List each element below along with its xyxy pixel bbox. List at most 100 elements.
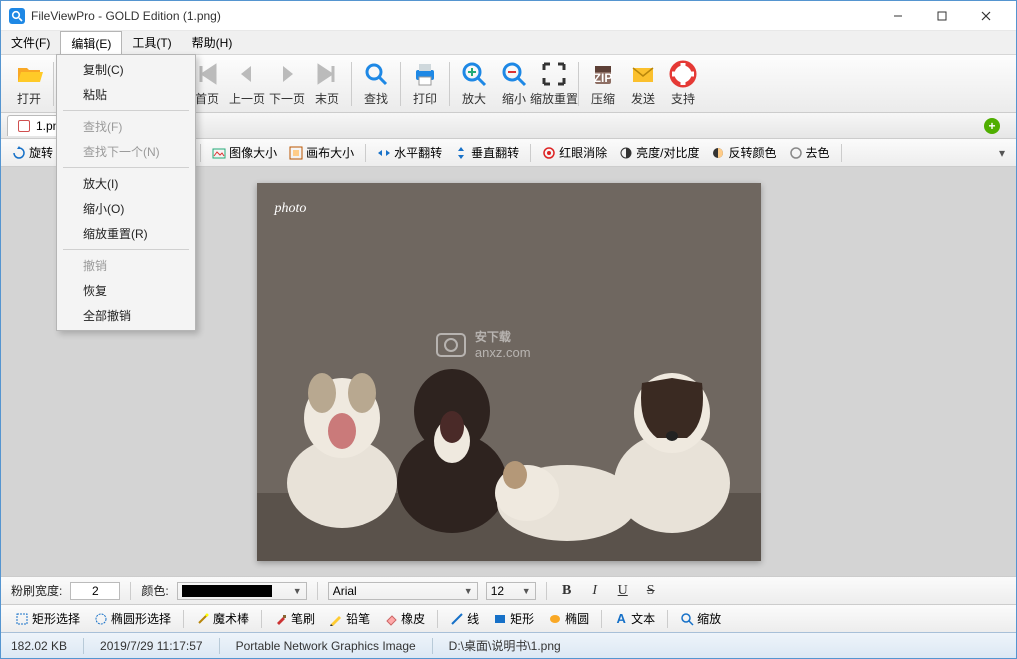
app-icon bbox=[9, 8, 25, 24]
invert-button[interactable]: 反转颜色 bbox=[708, 144, 779, 161]
menu-help[interactable]: 帮助(H) bbox=[182, 31, 243, 54]
underline-button[interactable]: U bbox=[613, 581, 633, 601]
wand-tool[interactable]: 魔术棒 bbox=[192, 610, 253, 627]
text-icon: A bbox=[614, 612, 628, 626]
color-label: 颜色: bbox=[141, 582, 168, 599]
zoomout-button[interactable]: 缩小 bbox=[494, 58, 534, 109]
brush-tool[interactable]: 笔刷 bbox=[270, 610, 319, 627]
image-size-icon bbox=[212, 146, 226, 160]
rect-select-tool[interactable]: 矩形选择 bbox=[11, 610, 84, 627]
next-icon bbox=[273, 60, 301, 88]
zoomin-button[interactable]: 放大 bbox=[454, 58, 494, 109]
brightness-contrast-button[interactable]: 亮度/对比度 bbox=[616, 144, 702, 161]
open-button[interactable]: 打开 bbox=[9, 58, 49, 109]
print-button[interactable]: 打印 bbox=[405, 58, 445, 109]
find-button[interactable]: 查找 bbox=[356, 58, 396, 109]
status-filesize: 182.02 KB bbox=[11, 639, 67, 653]
shapes-toolbar: 矩形选择 椭圆形选择 魔术棒 笔刷 铅笔 橡皮 线 矩形 椭圆 A文本 缩放 bbox=[1, 604, 1016, 632]
menu-file[interactable]: 文件(F) bbox=[1, 31, 60, 54]
image-content bbox=[257, 183, 761, 561]
menu-zoom-out[interactable]: 缩小(O) bbox=[59, 196, 193, 221]
pencil-tool[interactable]: 铅笔 bbox=[325, 610, 374, 627]
next-button[interactable]: 下一页 bbox=[267, 58, 307, 109]
zoomreset-button[interactable]: 缩放重置 bbox=[534, 58, 574, 109]
rotate-button[interactable]: 旋转 右旋转90° bbox=[9, 144, 56, 161]
desaturate-icon bbox=[789, 146, 803, 160]
status-path: D:\桌面\说明书\1.png bbox=[449, 637, 561, 654]
folder-icon bbox=[15, 60, 43, 88]
redeye-button[interactable]: 红眼消除 bbox=[539, 144, 610, 161]
desaturate-button[interactable]: 去色 bbox=[786, 144, 833, 161]
zoomin-icon bbox=[460, 60, 488, 88]
life-icon bbox=[669, 60, 697, 88]
compress-button[interactable]: ZIP压缩 bbox=[583, 58, 623, 109]
ellipse-tool[interactable]: 椭圆 bbox=[544, 610, 593, 627]
font-select[interactable]: Arial ▼ bbox=[328, 582, 478, 600]
brush-width-label: 粉刷宽度: bbox=[11, 582, 62, 599]
menu-redo[interactable]: 恢复 bbox=[59, 278, 193, 303]
close-button[interactable] bbox=[964, 2, 1008, 30]
image-size-button[interactable]: 图像大小 bbox=[209, 144, 280, 161]
ellipse-icon bbox=[548, 612, 562, 626]
watermark: 安下载 anxz.com bbox=[433, 326, 531, 362]
ellipse-select-tool[interactable]: 椭圆形选择 bbox=[90, 610, 175, 627]
prev-button[interactable]: 上一页 bbox=[227, 58, 267, 109]
menu-find-next: 查找下一个(N) bbox=[59, 139, 193, 164]
line-tool[interactable]: 线 bbox=[446, 610, 483, 627]
first-icon bbox=[193, 60, 221, 88]
italic-button[interactable]: I bbox=[585, 581, 605, 601]
bold-button[interactable]: B bbox=[557, 581, 577, 601]
canvas-size-button[interactable]: 画布大小 bbox=[286, 144, 357, 161]
toolbar-overflow-button[interactable]: ▾ bbox=[996, 146, 1008, 160]
menu-paste[interactable]: 粘贴 bbox=[59, 82, 193, 107]
pencil-icon bbox=[329, 612, 343, 626]
image-file-icon bbox=[18, 120, 30, 132]
zoom-tool[interactable]: 缩放 bbox=[676, 610, 725, 627]
add-tab-button[interactable]: + bbox=[984, 118, 1000, 134]
print-icon bbox=[411, 60, 439, 88]
color-picker[interactable]: ▼ bbox=[177, 582, 307, 600]
brush-icon bbox=[274, 612, 288, 626]
canvas-size-icon bbox=[289, 146, 303, 160]
zoom-icon bbox=[680, 612, 694, 626]
last-icon bbox=[313, 60, 341, 88]
maximize-button[interactable] bbox=[920, 2, 964, 30]
menu-zoom-reset[interactable]: 缩放重置(R) bbox=[59, 221, 193, 246]
invert-icon bbox=[711, 146, 725, 160]
fit-icon bbox=[540, 60, 568, 88]
menu-tools[interactable]: 工具(T) bbox=[122, 31, 181, 54]
eraser-icon bbox=[384, 612, 398, 626]
eraser-tool[interactable]: 橡皮 bbox=[380, 610, 429, 627]
zoomout-icon bbox=[500, 60, 528, 88]
mail-icon bbox=[629, 60, 657, 88]
line-icon bbox=[450, 612, 464, 626]
support-button[interactable]: 支持 bbox=[663, 58, 703, 109]
rect-tool[interactable]: 矩形 bbox=[489, 610, 538, 627]
minimize-button[interactable] bbox=[876, 2, 920, 30]
color-swatch bbox=[182, 585, 272, 597]
vflip-button[interactable]: 垂直翻转 bbox=[451, 144, 522, 161]
last-button[interactable]: 末页 bbox=[307, 58, 347, 109]
menu-undo: 撤销 bbox=[59, 253, 193, 278]
menu-zoom-in[interactable]: 放大(I) bbox=[59, 171, 193, 196]
menu-undo-all[interactable]: 全部撤销 bbox=[59, 303, 193, 328]
redeye-icon bbox=[542, 146, 556, 160]
prev-icon bbox=[233, 60, 261, 88]
status-date: 2019/7/29 11:17:57 bbox=[100, 639, 203, 653]
text-tool[interactable]: A文本 bbox=[610, 610, 659, 627]
rect-select-icon bbox=[15, 612, 29, 626]
hflip-button[interactable]: 水平翻转 bbox=[374, 144, 445, 161]
menu-edit-dropdown: 复制(C) 粘贴 查找(F) 查找下一个(N) 放大(I) 缩小(O) 缩放重置… bbox=[56, 54, 196, 331]
status-filetype: Portable Network Graphics Image bbox=[236, 639, 416, 653]
image-signature: photo bbox=[275, 201, 307, 217]
menu-copy[interactable]: 复制(C) bbox=[59, 57, 193, 82]
strike-button[interactable]: S bbox=[641, 581, 661, 601]
menubar: 文件(F) 编辑(E) 工具(T) 帮助(H) bbox=[1, 31, 1016, 55]
menu-find: 查找(F) bbox=[59, 114, 193, 139]
zip-icon: ZIP bbox=[589, 60, 617, 88]
font-size-select[interactable]: 12 ▼ bbox=[486, 582, 536, 600]
menu-edit[interactable]: 编辑(E) bbox=[60, 31, 122, 54]
window-title: FileViewPro - GOLD Edition (1.png) bbox=[31, 9, 221, 23]
send-button[interactable]: 发送 bbox=[623, 58, 663, 109]
brush-width-input[interactable] bbox=[70, 582, 120, 600]
